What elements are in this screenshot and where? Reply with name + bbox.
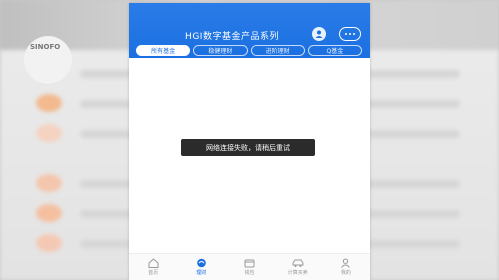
home-icon <box>147 257 159 268</box>
tab-all-funds[interactable]: 所有基金 <box>136 45 191 56</box>
tab-steady-finance[interactable]: 稳健理财 <box>193 45 248 56</box>
avatar-icon <box>315 30 323 38</box>
profile-button[interactable] <box>312 27 326 41</box>
tabbar-label: 计算买卖 <box>287 270 308 276</box>
tab-advanced-finance[interactable]: 进阶理财 <box>250 45 305 56</box>
car-icon <box>292 257 304 268</box>
phone-screen: HGI数字基金产品系列 所有基金 稳健理财 进阶理财 Q基金 网络连接失败，请稍… <box>129 3 370 280</box>
more-dot-icon <box>353 33 355 35</box>
more-dot-icon <box>349 33 351 35</box>
tab-q-fund[interactable]: Q基金 <box>307 45 362 56</box>
more-dot-icon <box>345 33 347 35</box>
tabbar-item-mine[interactable]: 我的 <box>322 254 370 280</box>
tabbar-item-wallet[interactable]: 钱包 <box>225 254 273 280</box>
background-logo-text: SINOFO <box>30 43 61 51</box>
tabbar-item-finance[interactable]: 理财 <box>177 254 225 280</box>
app-header: HGI数字基金产品系列 所有基金 稳健理财 进阶理财 Q基金 <box>129 3 370 58</box>
category-tabs: 所有基金 稳健理财 进阶理财 Q基金 <box>136 45 362 57</box>
tabbar-item-trade[interactable]: 计算买卖 <box>274 254 322 280</box>
tabbar-item-home[interactable]: 首页 <box>129 254 177 280</box>
more-button[interactable] <box>339 27 361 41</box>
app-title: HGI数字基金产品系列 <box>185 32 279 42</box>
tabbar-label: 理财 <box>196 270 207 276</box>
tabbar-label: 我的 <box>340 270 351 276</box>
network-error-toast: 网络连接失败，请稍后重试 <box>181 139 315 156</box>
tabbar-label: 首页 <box>148 270 159 276</box>
wallet-icon <box>244 257 256 268</box>
bottom-tab-bar: 首页 理财 钱包 计算买卖 我的 <box>129 253 370 280</box>
user-icon <box>340 257 352 268</box>
finance-icon <box>195 257 207 268</box>
tabbar-label: 钱包 <box>244 270 255 276</box>
